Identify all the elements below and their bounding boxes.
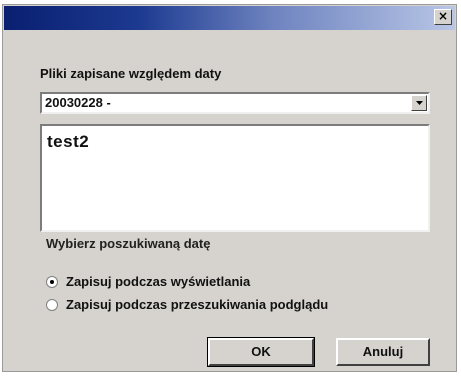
cancel-button[interactable]: Anuluj: [336, 338, 430, 366]
date-select-value: 20030228 -: [45, 95, 111, 110]
option-label: Zapisuj podczas wyświetlania: [66, 274, 251, 289]
option-save-on-display[interactable]: Zapisuj podczas wyświetlania: [46, 274, 250, 289]
close-icon: ×: [437, 9, 449, 23]
title-bar[interactable]: ×: [4, 6, 455, 30]
radio-checked-icon[interactable]: [46, 275, 58, 288]
option-save-on-preview-search[interactable]: Zapisuj podczas przeszukiwania podglądu: [46, 297, 328, 312]
date-select[interactable]: 20030228 -: [40, 92, 430, 114]
ok-button[interactable]: OK: [207, 337, 315, 367]
close-button[interactable]: ×: [434, 9, 452, 25]
radio-unchecked-icon[interactable]: [46, 298, 58, 311]
dropdown-button[interactable]: [411, 95, 427, 111]
files-listbox[interactable]: test2: [40, 124, 430, 232]
choose-date-label: Wybierz poszukiwaną datę: [46, 236, 211, 251]
option-label: Zapisuj podczas przeszukiwania podglądu: [66, 297, 329, 312]
saved-files-label: Pliki zapisane względem daty: [40, 66, 222, 81]
list-item[interactable]: test2: [47, 132, 89, 152]
chevron-down-icon: [415, 101, 423, 105]
